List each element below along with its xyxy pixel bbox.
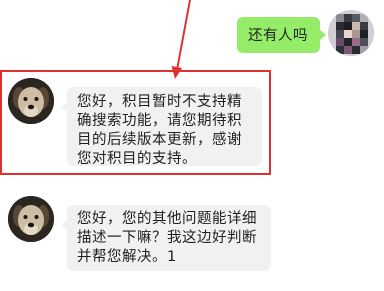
pixelated-avatar-icon [328,10,374,56]
incoming-message-bubble[interactable]: 您好，积目暂时不支持精确搜索功能，请您期待积目的后续版本更新，感谢您对积目的支持… [61,87,262,167]
agent-avatar[interactable] [8,78,54,124]
outgoing-message-bubble[interactable]: 还有人吗 [237,17,326,53]
user-avatar[interactable] [328,10,374,56]
dog-avatar-icon [8,196,54,242]
outgoing-message-text: 还有人吗 [248,28,308,44]
incoming-message-text: 您好，积目暂时不支持精确搜索功能，请您期待积目的后续版本更新，感谢您对积目的支持… [77,94,242,167]
dog-avatar-icon [8,78,54,124]
incoming-message-bubble[interactable]: 您好，您的其他问题能详细描述一下嘛？我这边好判断并帮您解决。1 [61,205,271,271]
incoming-message-text: 您好，您的其他问题能详细描述一下嘛？我这边好判断并帮您解决。1 [77,211,257,265]
agent-avatar[interactable] [8,196,54,242]
